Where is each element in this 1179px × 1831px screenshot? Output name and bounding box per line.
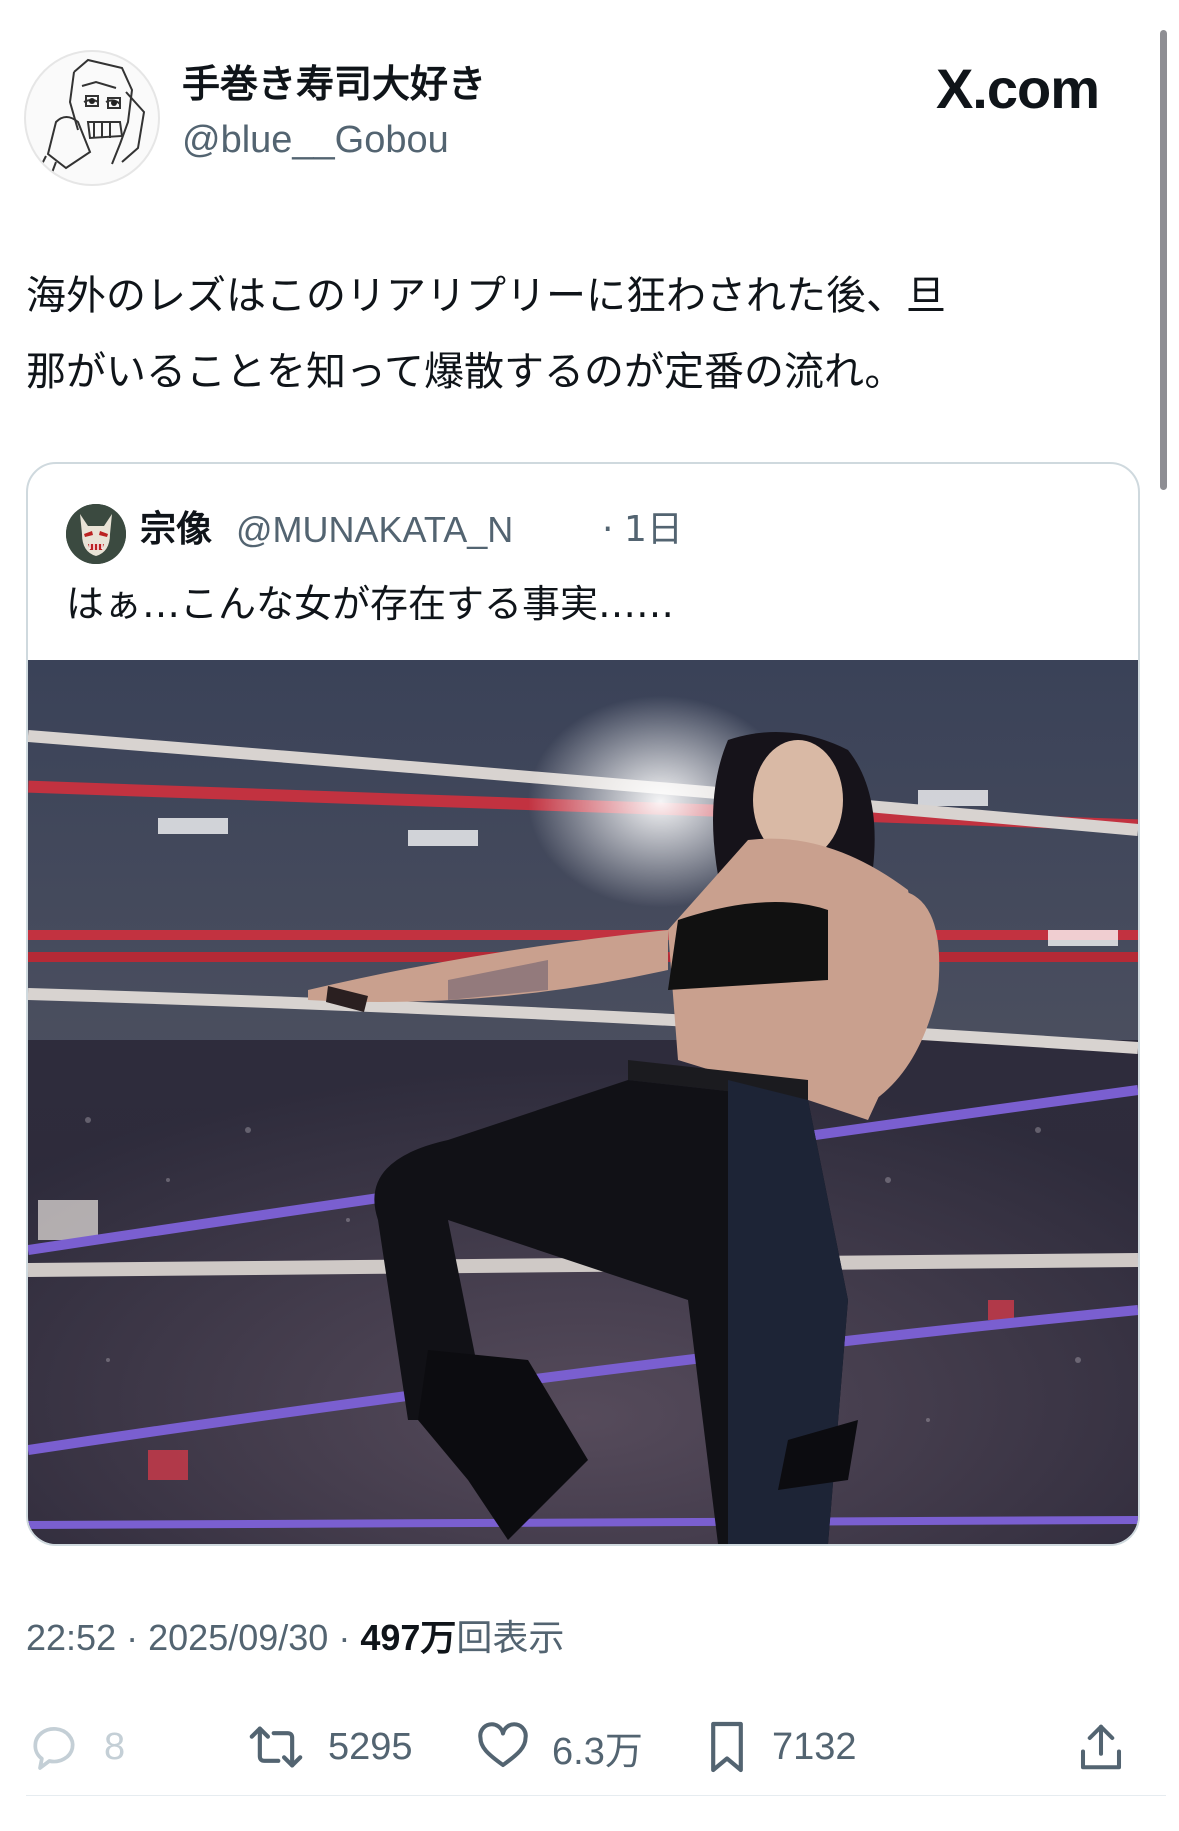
photo-image — [28, 660, 1138, 1544]
views-label: 回表示 — [456, 1617, 565, 1658]
retweet-button[interactable]: 5295 — [246, 1712, 413, 1782]
action-bar: 8 5295 6.3万 7132 — [0, 1712, 1179, 1782]
retweet-icon — [249, 1726, 303, 1768]
quoted-separator: · — [602, 509, 614, 550]
like-button[interactable]: 6.3万 — [476, 1712, 643, 1782]
reply-icon — [33, 1726, 75, 1770]
heart-icon — [478, 1722, 528, 1768]
bookmark-icon — [711, 1721, 743, 1773]
quoted-tweet-card[interactable]: 宗像 @MUNAKATA_N · 1日 はぁ…こんな女が存在する事実…… — [26, 462, 1140, 1546]
brand-label: X.com — [935, 57, 1100, 120]
author-handle[interactable]: @blue__Gobou — [182, 118, 449, 162]
author-avatar[interactable] — [24, 50, 160, 186]
like-count: 6.3万 — [552, 1730, 643, 1773]
tweet-text-line: 那がいることを知って爆散するのが定番の流れ。 — [26, 349, 905, 395]
bookmark-count: 7132 — [772, 1725, 857, 1768]
views-count: 497万 — [360, 1617, 457, 1658]
reply-count: 8 — [104, 1725, 126, 1768]
wrestler-in-ring-photo[interactable] — [28, 660, 1138, 1544]
meta-separator: · — [126, 1617, 139, 1658]
tweet-meta: 22:52 · 2025/09/30 · 497万回表示 — [26, 1616, 564, 1660]
bookmark-button[interactable]: 7132 — [704, 1712, 857, 1782]
tweet-date[interactable]: 2025/09/30 — [148, 1617, 328, 1658]
quoted-author-avatar[interactable] — [66, 504, 126, 564]
quoted-timestamp[interactable]: 1日 — [624, 508, 683, 552]
share-icon — [1080, 1724, 1122, 1770]
demon-mask-avatar-icon — [66, 504, 126, 564]
author-display-name[interactable]: 手巻き寿司大好き — [182, 62, 486, 106]
divider — [26, 1795, 1166, 1796]
tweet-time[interactable]: 22:52 — [26, 1617, 116, 1658]
tweet-text-line: 海外のレズはこのリアリプリーに狂わされた後、旦 — [26, 273, 946, 319]
reply-button[interactable]: 8 — [26, 1712, 125, 1782]
scrollbar[interactable] — [1160, 30, 1167, 490]
quoted-text: はぁ…こんな女が存在する事実…… — [66, 582, 675, 626]
quoted-handle[interactable]: @MUNAKATA_N — [236, 508, 513, 552]
retweet-count: 5295 — [328, 1725, 413, 1768]
meta-separator: · — [338, 1617, 351, 1658]
share-button[interactable] — [1074, 1712, 1128, 1782]
quoted-display-name[interactable]: 宗像 — [140, 508, 212, 552]
tweet-text: 海外のレズはこのリアリプリーに狂わされた後、旦 那がいることを知って爆散するのが… — [26, 258, 1146, 410]
sketch-avatar-icon — [37, 58, 146, 179]
